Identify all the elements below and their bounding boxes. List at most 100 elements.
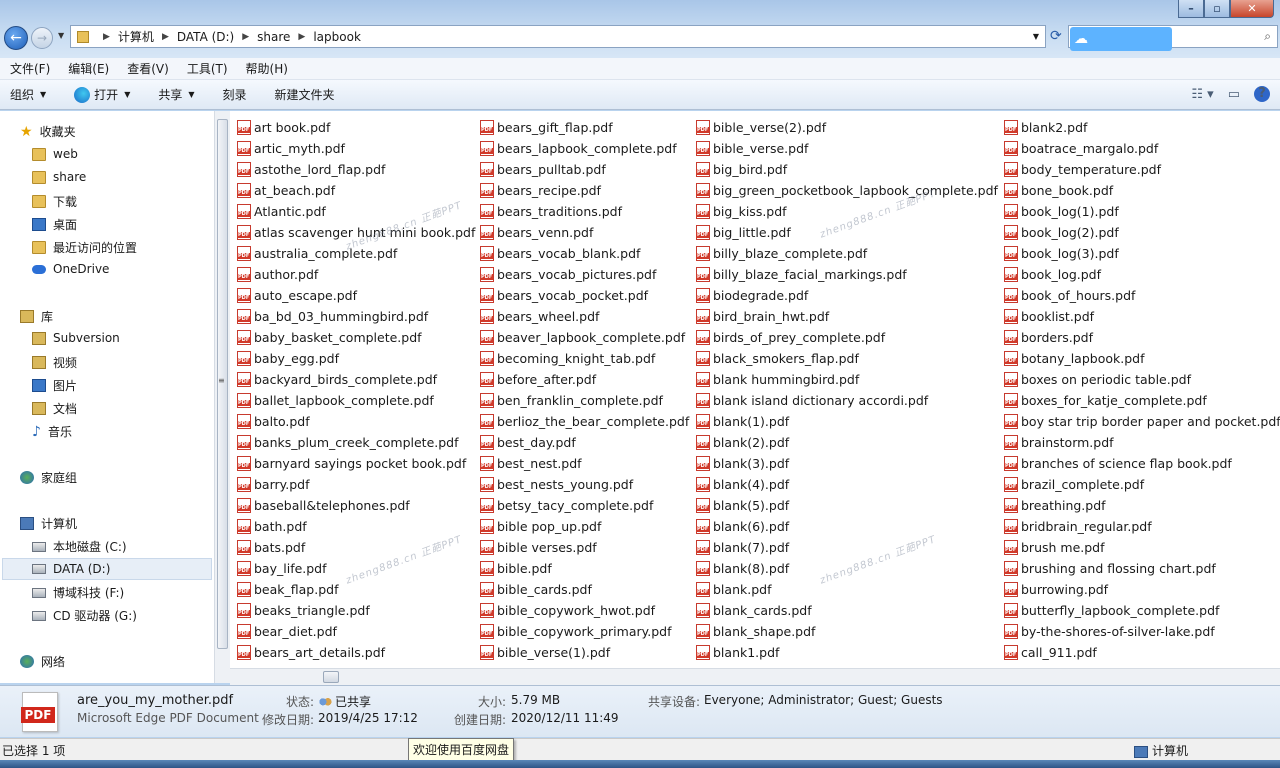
file-item[interactable]: bible_verse.pdf [696, 138, 998, 159]
breadcrumb-drive-d[interactable]: DATA (D:) [177, 30, 234, 44]
file-item[interactable]: brush me.pdf [1004, 537, 1280, 558]
nav-share[interactable]: share [32, 170, 86, 184]
file-item[interactable]: bath.pdf [237, 516, 475, 537]
file-item[interactable]: balto.pdf [237, 411, 475, 432]
file-item[interactable]: blank_shape.pdf [696, 621, 998, 642]
file-item[interactable]: beaks_triangle.pdf [237, 600, 475, 621]
nav-documents[interactable]: 文档 [32, 400, 77, 417]
file-item[interactable]: auto_escape.pdf [237, 285, 475, 306]
file-item[interactable]: becoming_knight_tab.pdf [480, 348, 689, 369]
file-item[interactable]: blank island dictionary accordi.pdf [696, 390, 998, 411]
file-item[interactable]: bible pop_up.pdf [480, 516, 689, 537]
file-item[interactable]: baseball&telephones.pdf [237, 495, 475, 516]
address-dropdown-icon[interactable]: ▼ [1033, 32, 1039, 41]
refresh-icon[interactable]: ⟳ [1050, 28, 1062, 44]
file-item[interactable]: blank1.pdf [696, 642, 998, 663]
file-item[interactable]: bible_copywork_hwot.pdf [480, 600, 689, 621]
chevron-right-icon[interactable]: ▶ [242, 32, 249, 42]
file-item[interactable]: bears_pulltab.pdf [480, 159, 689, 180]
file-item[interactable]: bridbrain_regular.pdf [1004, 516, 1280, 537]
maximize-button[interactable]: ▫ [1204, 0, 1230, 18]
file-item[interactable]: ballet_lapbook_complete.pdf [237, 390, 475, 411]
file-item[interactable]: bible.pdf [480, 558, 689, 579]
file-item[interactable]: boy star trip border paper and pocket.pd… [1004, 411, 1280, 432]
menu-file[interactable]: 文件(F) [4, 60, 56, 77]
file-item[interactable]: bears_vocab_pocket.pdf [480, 285, 689, 306]
file-item[interactable]: bears_art_details.pdf [237, 642, 475, 663]
file-item[interactable]: blank(7).pdf [696, 537, 998, 558]
file-item[interactable]: branches of science flap book.pdf [1004, 453, 1280, 474]
breadcrumb-lapbook[interactable]: lapbook [313, 30, 361, 44]
file-item[interactable]: bears_vocab_pictures.pdf [480, 264, 689, 285]
organize-button[interactable]: 组织 ▼ [10, 86, 46, 103]
file-item[interactable]: bible_copywork_primary.pdf [480, 621, 689, 642]
file-item[interactable]: book_of_hours.pdf [1004, 285, 1280, 306]
file-item[interactable]: boatrace_margalo.pdf [1004, 138, 1280, 159]
forward-button[interactable]: → [31, 27, 53, 49]
file-item[interactable]: body_temperature.pdf [1004, 159, 1280, 180]
file-item[interactable]: best_day.pdf [480, 432, 689, 453]
file-item[interactable]: bears_recipe.pdf [480, 180, 689, 201]
file-item[interactable]: bible_cards.pdf [480, 579, 689, 600]
nav-drive-f[interactable]: 博域科技 (F:) [32, 584, 124, 601]
file-item[interactable]: blank(3).pdf [696, 453, 998, 474]
nav-pictures[interactable]: 图片 [32, 377, 77, 394]
file-item[interactable]: biodegrade.pdf [696, 285, 998, 306]
file-item[interactable]: at_beach.pdf [237, 180, 475, 201]
file-item[interactable]: bear_diet.pdf [237, 621, 475, 642]
file-item[interactable]: book_log(3).pdf [1004, 243, 1280, 264]
chevron-right-icon[interactable]: ▶ [162, 32, 169, 42]
nav-web[interactable]: web [32, 147, 78, 161]
file-item[interactable]: brazil_complete.pdf [1004, 474, 1280, 495]
file-item[interactable]: blank hummingbird.pdf [696, 369, 998, 390]
file-item[interactable]: burrowing.pdf [1004, 579, 1280, 600]
open-button[interactable]: 打开 ▼ [74, 86, 130, 103]
nav-drive-c[interactable]: 本地磁盘 (C:) [32, 538, 127, 555]
minimize-button[interactable]: – [1178, 0, 1204, 18]
menu-tools[interactable]: 工具(T) [181, 60, 234, 77]
chevron-right-icon[interactable]: ▶ [103, 32, 110, 42]
nav-favorites[interactable]: ★ 收藏夹 [20, 123, 76, 140]
file-item[interactable]: breathing.pdf [1004, 495, 1280, 516]
back-button[interactable]: ← [4, 26, 28, 50]
file-item[interactable]: beaver_lapbook_complete.pdf [480, 327, 689, 348]
menu-edit[interactable]: 编辑(E) [62, 60, 115, 77]
file-item[interactable]: author.pdf [237, 264, 475, 285]
recent-pages-dropdown[interactable]: ▼ [58, 31, 64, 40]
file-item[interactable]: before_after.pdf [480, 369, 689, 390]
file-item[interactable]: bears_gift_flap.pdf [480, 117, 689, 138]
file-item[interactable]: baby_egg.pdf [237, 348, 475, 369]
nav-recent[interactable]: 最近访问的位置 [32, 239, 137, 256]
share-button[interactable]: 共享 ▼ [158, 86, 194, 103]
nav-videos[interactable]: 视频 [32, 354, 77, 371]
file-item[interactable]: banks_plum_creek_complete.pdf [237, 432, 475, 453]
file-item[interactable]: birds_of_prey_complete.pdf [696, 327, 998, 348]
file-item[interactable]: bone_book.pdf [1004, 180, 1280, 201]
file-item[interactable]: bears_wheel.pdf [480, 306, 689, 327]
file-item[interactable]: blank(2).pdf [696, 432, 998, 453]
breadcrumb-computer[interactable]: 计算机 [118, 28, 154, 45]
file-item[interactable]: billy_blaze_facial_markings.pdf [696, 264, 998, 285]
file-item[interactable]: baby_basket_complete.pdf [237, 327, 475, 348]
nav-homegroup[interactable]: 家庭组 [20, 469, 77, 486]
file-item[interactable]: best_nest.pdf [480, 453, 689, 474]
file-item[interactable]: blank(4).pdf [696, 474, 998, 495]
file-item[interactable]: barnyard sayings pocket book.pdf [237, 453, 475, 474]
file-item[interactable]: brainstorm.pdf [1004, 432, 1280, 453]
address-bar[interactable]: ▶ 计算机 ▶ DATA (D:) ▶ share ▶ lapbook ▼ [70, 25, 1046, 48]
nav-downloads[interactable]: 下载 [32, 193, 77, 210]
menu-view[interactable]: 查看(V) [121, 60, 175, 77]
file-item[interactable]: astothe_lord_flap.pdf [237, 159, 475, 180]
file-item[interactable]: boxes_for_katje_complete.pdf [1004, 390, 1280, 411]
file-item[interactable]: billy_blaze_complete.pdf [696, 243, 998, 264]
file-item[interactable]: bible_verse(2).pdf [696, 117, 998, 138]
nav-network[interactable]: 网络 [20, 653, 65, 670]
file-item[interactable]: black_smokers_flap.pdf [696, 348, 998, 369]
new-folder-button[interactable]: 新建文件夹 [275, 86, 335, 103]
file-item[interactable]: art book.pdf [237, 117, 475, 138]
file-item[interactable]: butterfly_lapbook_complete.pdf [1004, 600, 1280, 621]
file-item[interactable]: call_911.pdf [1004, 642, 1280, 663]
file-item[interactable]: betsy_tacy_complete.pdf [480, 495, 689, 516]
scrollbar-thumb[interactable] [323, 671, 339, 683]
file-item[interactable]: blank(5).pdf [696, 495, 998, 516]
